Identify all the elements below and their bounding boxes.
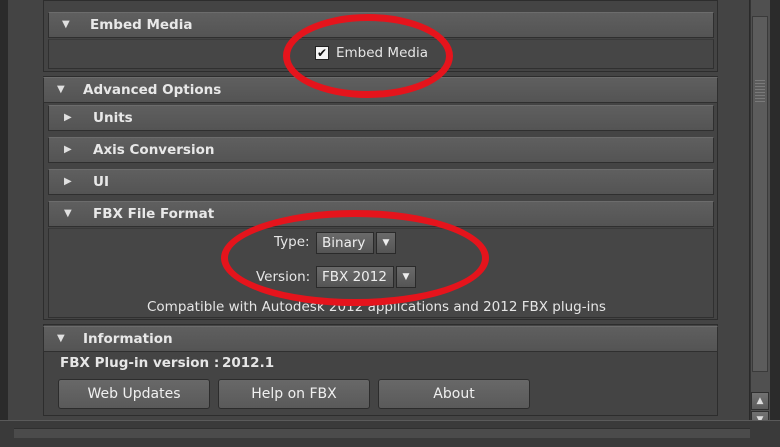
web-updates-button[interactable]: Web Updates <box>58 379 210 409</box>
about-button[interactable]: About <box>378 379 530 409</box>
annotation-ellipse-embed-media <box>283 14 453 98</box>
scrollbar-thumb[interactable] <box>752 16 768 372</box>
scrollbar-grip-icon <box>755 80 765 102</box>
section-label: Axis Conversion <box>93 142 215 158</box>
scroll-up-icon[interactable]: ▲ <box>751 392 769 410</box>
units-header[interactable]: ▶ Units <box>48 105 714 131</box>
section-label: Advanced Options <box>83 82 222 98</box>
expanded-triangle-icon: ▼ <box>62 19 70 30</box>
expanded-triangle-icon: ▼ <box>64 208 72 219</box>
collapsed-triangle-icon: ▶ <box>64 176 72 187</box>
section-label: Units <box>93 110 133 126</box>
expanded-triangle-icon: ▼ <box>57 84 65 95</box>
expanded-triangle-icon: ▼ <box>57 333 65 344</box>
collapsed-triangle-icon: ▶ <box>64 144 72 155</box>
information-header[interactable]: ▼ Information <box>43 326 718 352</box>
annotation-ellipse-fbx-format <box>221 210 489 306</box>
horizontal-divider <box>14 428 750 438</box>
section-label: Information <box>83 331 173 347</box>
plugin-version-value: 2012.1 <box>222 355 275 371</box>
section-label: UI <box>93 174 109 190</box>
ui-header[interactable]: ▶ UI <box>48 169 714 195</box>
collapsed-triangle-icon: ▶ <box>64 112 72 123</box>
axis-conversion-header[interactable]: ▶ Axis Conversion <box>48 137 714 163</box>
help-on-fbx-button[interactable]: Help on FBX <box>218 379 370 409</box>
plugin-version-label: FBX Plug-in version : <box>60 355 220 371</box>
section-label: Embed Media <box>90 17 193 33</box>
section-label: FBX File Format <box>93 206 215 222</box>
